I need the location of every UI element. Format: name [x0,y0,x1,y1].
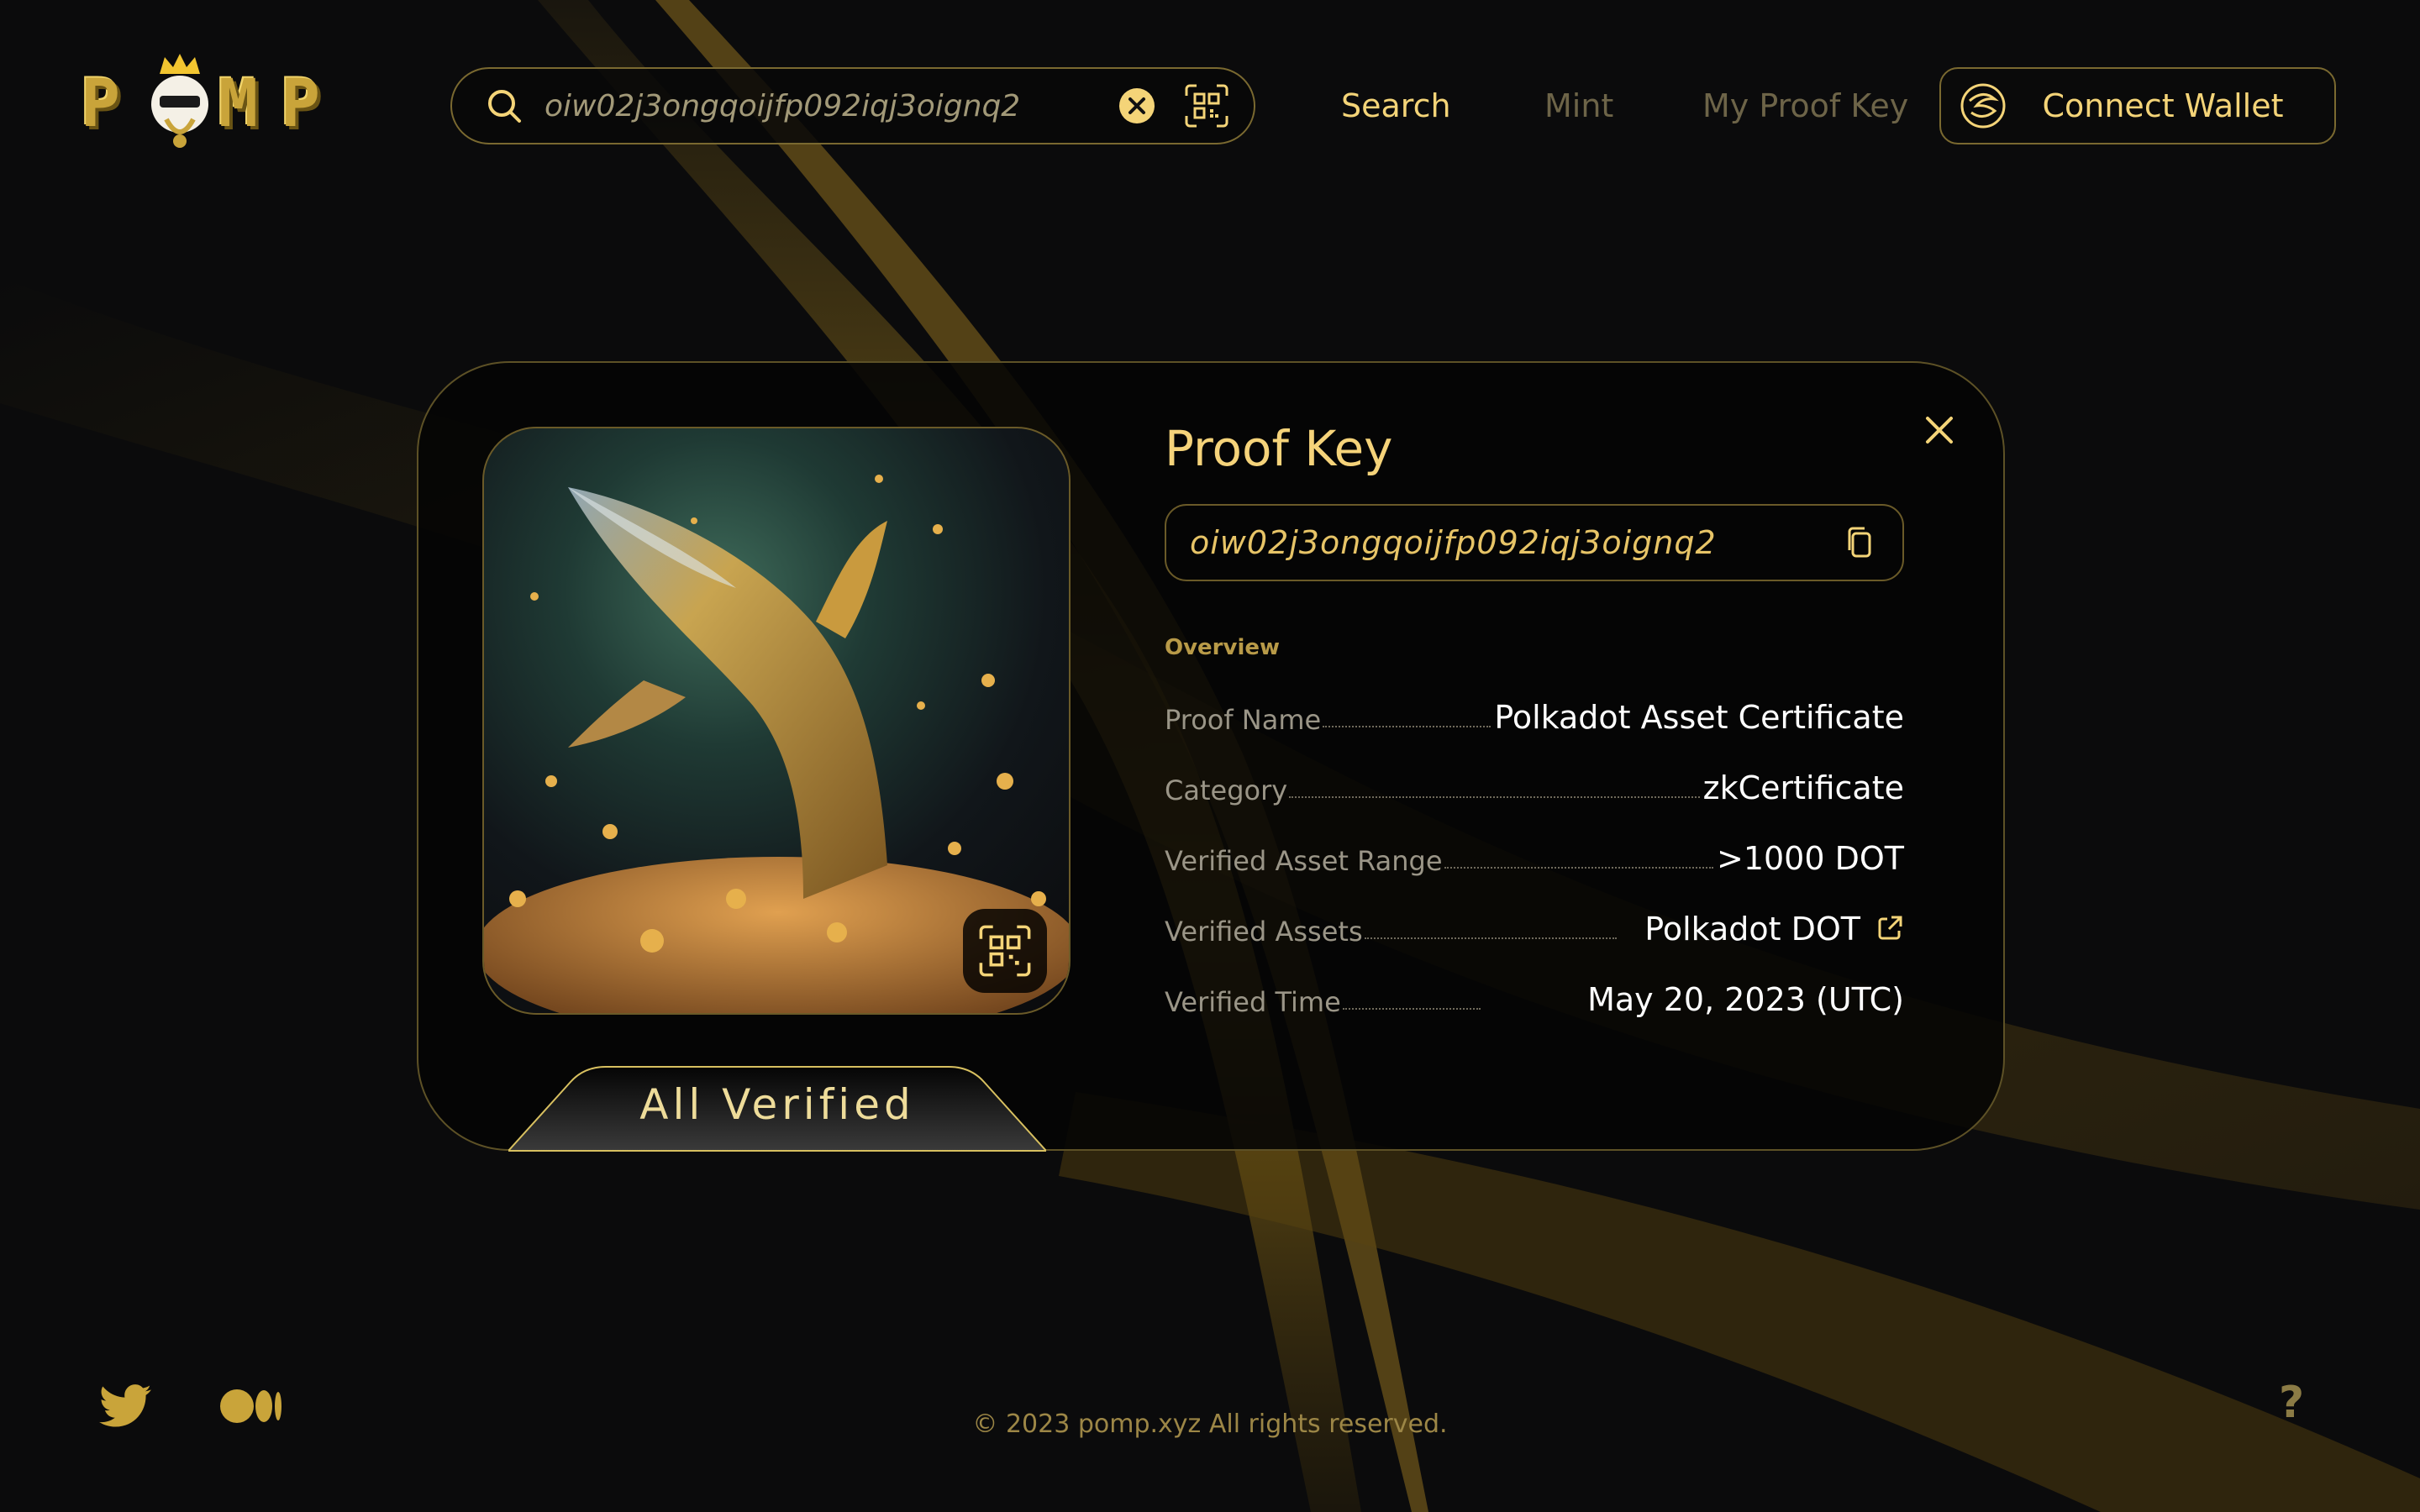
logo-letter-m: M [218,66,258,142]
detail-value: Polkadot DOT [1644,911,1860,948]
detail-row-category: Category zkCertificate [1165,763,1904,806]
copy-icon[interactable] [1842,524,1879,561]
detail-row-asset-range: Verified Asset Range >1000 DOT [1165,833,1904,877]
detail-label: Verified Time [1165,986,1341,1018]
connect-wallet-label: Connect Wallet [2042,87,2284,124]
nav-search[interactable]: Search [1341,82,1451,129]
logo-letter-p: P [81,66,120,142]
verification-status: All Verified [639,1080,915,1129]
proof-key-field: oiw02j3ongqoijfp092iqj3oignq2 [1165,504,1904,581]
detail-label: Category [1165,774,1288,806]
logo-mascot-icon [151,54,208,148]
pomp-logo[interactable]: P M P [81,52,341,153]
qr-code-icon[interactable] [1185,84,1228,128]
connect-wallet-button[interactable]: Connect Wallet [1939,67,2336,144]
detail-label: Verified Asset Range [1165,845,1443,877]
leader-dots [1444,867,1713,869]
detail-value: zkCertificate [1702,769,1904,806]
external-link-icon[interactable] [1876,914,1904,942]
detail-value: >1000 DOT [1716,840,1904,877]
leader-dots [1364,937,1617,939]
detail-value: May 20, 2023 (UTC) [1587,981,1904,1018]
detail-row-verified-time: Verified Time May 20, 2023 (UTC) [1165,974,1904,1018]
copyright-text: © 2023 pomp.xyz All rights reserved. [972,1410,1448,1439]
detail-row-verified-assets: Verified Assets Polkadot DOT [1165,904,1904,948]
leader-dots [1323,726,1491,727]
search-input[interactable] [543,80,1118,132]
qr-code-icon [979,925,1031,977]
detail-label: Proof Name [1165,704,1322,736]
detail-label: Verified Assets [1165,916,1363,948]
clear-icon[interactable] [1118,87,1156,125]
nft-qr-button[interactable] [963,909,1047,993]
close-icon[interactable] [1916,407,1963,454]
search-icon [488,90,521,123]
overview-heading: Overview [1165,635,1281,660]
nav-mint[interactable]: Mint [1544,82,1613,129]
wallet-swirl-icon [1960,83,2006,129]
card-title: Proof Key [1165,420,1393,477]
logo-letter-p2: P [281,66,320,142]
leader-dots [1289,796,1700,798]
search-bar[interactable] [450,67,1255,144]
detail-value: Polkadot Asset Certificate [1494,699,1904,736]
nav-my-proof-key[interactable]: My Proof Key [1702,82,1908,129]
detail-row-proof-name: Proof Name Polkadot Asset Certificate [1165,692,1904,736]
help-button[interactable]: ? [2279,1378,2304,1428]
proof-key-value: oiw02j3ongqoijfp092iqj3oignq2 [1190,524,1717,561]
leader-dots [1342,1008,1481,1010]
